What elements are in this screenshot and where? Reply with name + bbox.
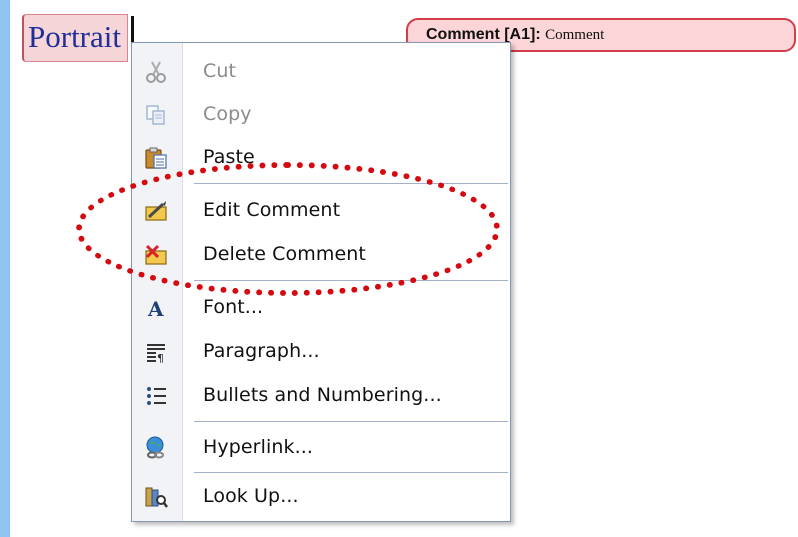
menu-item-cut[interactable]: Cut (132, 50, 510, 92)
edit-comment-icon (143, 198, 169, 224)
svg-text:A: A (147, 297, 164, 319)
menu-separator (194, 421, 508, 422)
menu-item-paste[interactable]: Paste (132, 136, 510, 178)
lookup-icon (143, 484, 169, 510)
menu-item-paragraph[interactable]: ¶ Paragraph... (132, 330, 510, 372)
commented-word[interactable]: Portrait (22, 14, 128, 62)
menu-item-delete-comment[interactable]: Delete Comment (132, 233, 510, 275)
menu-label-font: Font... (203, 296, 264, 318)
menu-item-edit-comment[interactable]: Edit Comment (132, 189, 510, 231)
menu-item-hyperlink[interactable]: Hyperlink... (132, 426, 510, 468)
font-icon: A (143, 295, 169, 321)
bullets-icon (143, 383, 169, 409)
menu-separator (194, 183, 508, 184)
menu-label-look-up: Look Up... (203, 485, 299, 507)
svg-text:¶: ¶ (157, 352, 164, 363)
menu-label-paragraph: Paragraph... (203, 340, 320, 362)
paste-icon (143, 145, 169, 171)
comment-text[interactable]: Comment (545, 27, 604, 43)
menu-label-copy: Copy (203, 103, 252, 125)
menu-item-copy[interactable]: Copy (132, 93, 510, 135)
copy-icon (143, 102, 169, 128)
comment-label: Comment [A1]: (426, 26, 541, 43)
menu-item-font[interactable]: A Font... (132, 286, 510, 328)
menu-label-paste: Paste (203, 146, 255, 168)
hyperlink-icon (143, 435, 169, 461)
menu-item-look-up[interactable]: Look Up... (132, 475, 510, 517)
menu-label-cut: Cut (203, 60, 237, 82)
menu-separator (194, 280, 508, 281)
context-menu[interactable]: Cut Copy Paste Edit Comment Delete Comme… (131, 42, 511, 522)
paragraph-icon: ¶ (143, 339, 169, 365)
menu-label-bullets-numbering: Bullets and Numbering... (203, 384, 442, 406)
menu-label-hyperlink: Hyperlink... (203, 436, 314, 458)
delete-comment-icon (143, 242, 169, 268)
menu-item-bullets-numbering[interactable]: Bullets and Numbering... (132, 374, 510, 416)
menu-label-edit-comment: Edit Comment (203, 199, 341, 221)
menu-separator (194, 472, 508, 473)
scissors-icon (143, 59, 169, 85)
menu-label-delete-comment: Delete Comment (203, 243, 366, 265)
